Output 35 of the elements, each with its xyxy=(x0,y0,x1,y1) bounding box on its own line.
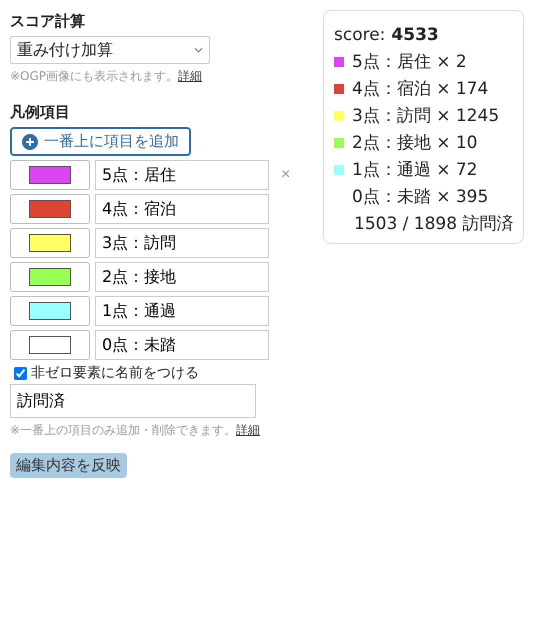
visited-total: 1503 / 1898 訪問済 xyxy=(353,213,514,236)
label-field[interactable]: 5点：居住 xyxy=(95,160,269,190)
name-checkbox[interactable] xyxy=(14,366,27,380)
color-picker[interactable] xyxy=(10,296,90,326)
legend-entry: 4点：宿泊 × 174 xyxy=(352,78,488,100)
legend-entry: 0点：未踏 × 395 xyxy=(352,186,488,208)
label-field[interactable]: 0点：未踏 xyxy=(95,330,269,360)
color-picker[interactable] xyxy=(10,330,90,360)
color-picker[interactable] xyxy=(10,160,90,190)
label-field[interactable]: 1点：通過 xyxy=(95,296,269,326)
legend-entry: 5点：居住 × 2 xyxy=(352,51,467,73)
details-link[interactable]: 詳細 xyxy=(178,69,202,83)
plus-icon xyxy=(22,134,38,150)
legend-entry: 2点：接地 × 10 xyxy=(352,132,478,154)
label-field[interactable]: 3点：訪問 xyxy=(95,228,269,258)
label-field[interactable]: 2点：接地 xyxy=(95,262,269,292)
section-title: スコア計算 xyxy=(10,12,85,31)
label-field[interactable]: 4点：宿泊 xyxy=(95,194,269,224)
checkbox-label: 非ゼロ要素に名前をつける xyxy=(31,364,199,382)
hint-text: ※OGP画像にも表示されます。 xyxy=(10,69,178,83)
legend-entry: 3点：訪問 × 1245 xyxy=(352,105,500,127)
color-picker[interactable] xyxy=(10,194,90,224)
add-item-button[interactable]: 一番上に項目を追加 xyxy=(10,127,191,156)
score-value: 4533 xyxy=(391,24,439,44)
color-picker[interactable] xyxy=(10,262,90,292)
name-field[interactable]: 訪問済 xyxy=(10,384,256,418)
section-title: 凡例項目 xyxy=(10,103,70,122)
details-link[interactable]: 詳細 xyxy=(236,423,260,437)
hint-text: ※一番上の項目のみ追加・削除できます。 xyxy=(10,423,236,437)
legend-entry: 1点：通過 × 72 xyxy=(352,159,478,181)
caret-icon xyxy=(194,47,203,53)
apply-button[interactable]: 編集内容を反映 xyxy=(10,453,127,478)
method-dropdown[interactable]: 重み付け加算 xyxy=(10,36,210,64)
color-picker[interactable] xyxy=(10,228,90,258)
score-label: score: xyxy=(334,24,386,44)
